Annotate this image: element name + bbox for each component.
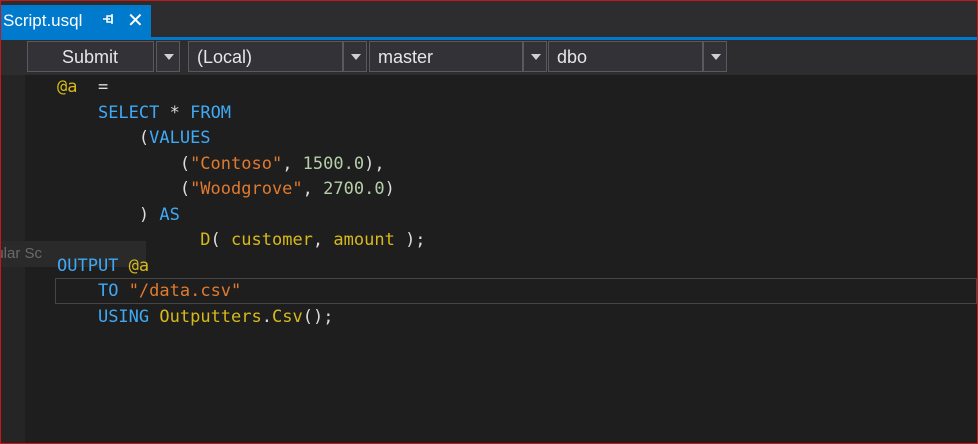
code-line[interactable]: ) AS bbox=[57, 203, 426, 229]
code-token: ( bbox=[57, 128, 150, 148]
code-token: TO bbox=[97, 281, 119, 301]
submit-button[interactable]: Submit bbox=[27, 41, 154, 72]
code-line[interactable]: ("Woodgrove", 2700.0) bbox=[57, 177, 426, 203]
usql-toolbar: Submit (Local) master dbo bbox=[1, 40, 977, 75]
code-token: AS bbox=[159, 204, 180, 225]
database-value: master bbox=[378, 47, 434, 67]
code-line[interactable]: (VALUES bbox=[57, 126, 426, 152]
schema-dropdown-button[interactable] bbox=[703, 41, 727, 72]
code-token: . bbox=[261, 306, 272, 327]
code-token: ( bbox=[210, 230, 232, 250]
schema-value: dbo bbox=[557, 47, 588, 67]
code-token: * bbox=[159, 102, 191, 123]
code-token: (); bbox=[302, 306, 334, 327]
code-token: ) bbox=[384, 179, 395, 199]
tab-strip: Script.usql ✕ bbox=[1, 1, 977, 37]
code-line[interactable]: SELECT * FROM bbox=[57, 101, 426, 127]
tab-title: Script.usql bbox=[3, 11, 83, 30]
code-token: , bbox=[312, 230, 334, 250]
server-value: (Local) bbox=[197, 47, 253, 67]
code-token: 1500.0 bbox=[302, 153, 365, 174]
code-token: Outputters bbox=[159, 306, 262, 327]
submit-dropdown-button[interactable] bbox=[156, 41, 180, 72]
code-token: OUTPUT bbox=[57, 255, 119, 276]
code-token: amount bbox=[333, 230, 395, 250]
code-line[interactable]: @a = bbox=[57, 75, 426, 101]
code-line[interactable]: D( customer, amount ); bbox=[57, 228, 426, 254]
code-editor[interactable]: gular Sc @a = SELECT * FROM (VALUES ("Co… bbox=[1, 75, 977, 443]
code-token: customer bbox=[231, 230, 313, 250]
code-line[interactable]: USING Outputters.Csv(); bbox=[57, 305, 426, 331]
code-token: D bbox=[200, 230, 211, 250]
close-icon[interactable]: ✕ bbox=[127, 8, 144, 32]
code-token: , bbox=[282, 153, 303, 174]
code-token: USING bbox=[97, 306, 150, 327]
code-token: FROM bbox=[190, 102, 232, 123]
server-dropdown-button[interactable] bbox=[343, 41, 367, 72]
code-token: ), bbox=[364, 153, 385, 174]
database-dropdown-button[interactable] bbox=[523, 41, 547, 72]
code-token: 2700.0 bbox=[323, 179, 385, 199]
submit-label: Submit bbox=[62, 47, 119, 67]
code-token: @a bbox=[128, 255, 150, 276]
chevron-down-icon bbox=[531, 54, 541, 60]
code-token: VALUES bbox=[149, 128, 211, 148]
code-token: ) bbox=[57, 204, 160, 225]
code-line[interactable]: ("Contoso", 1500.0), bbox=[57, 152, 426, 178]
code-token: @a bbox=[57, 77, 78, 97]
pin-icon[interactable] bbox=[101, 12, 115, 29]
code-token: "Contoso" bbox=[190, 153, 283, 174]
editor-window: Script.usql ✕ Submit (Local) master dbo … bbox=[0, 0, 978, 444]
code-token: "/data.csv" bbox=[128, 281, 242, 301]
database-select[interactable]: master bbox=[369, 41, 523, 72]
code-token: ( bbox=[57, 179, 191, 199]
code-token: Csv bbox=[272, 306, 303, 327]
chevron-down-icon bbox=[164, 54, 174, 60]
code-token: , bbox=[302, 179, 324, 199]
code-token: "Woodgrove" bbox=[190, 179, 303, 199]
code-line[interactable]: OUTPUT @a bbox=[57, 254, 426, 280]
code-line[interactable]: TO "/data.csv" bbox=[57, 279, 426, 305]
code-token: = bbox=[77, 77, 109, 97]
server-select[interactable]: (Local) bbox=[188, 41, 343, 72]
code-text[interactable]: @a = SELECT * FROM (VALUES ("Contoso", 1… bbox=[57, 75, 426, 330]
chevron-down-icon bbox=[351, 54, 361, 60]
schema-select[interactable]: dbo bbox=[548, 41, 703, 72]
tab-script-usql[interactable]: Script.usql ✕ bbox=[1, 5, 151, 37]
code-token: ); bbox=[394, 230, 426, 250]
chevron-down-icon bbox=[711, 54, 721, 60]
code-token: SELECT bbox=[97, 102, 160, 123]
code-token: ( bbox=[57, 153, 191, 174]
